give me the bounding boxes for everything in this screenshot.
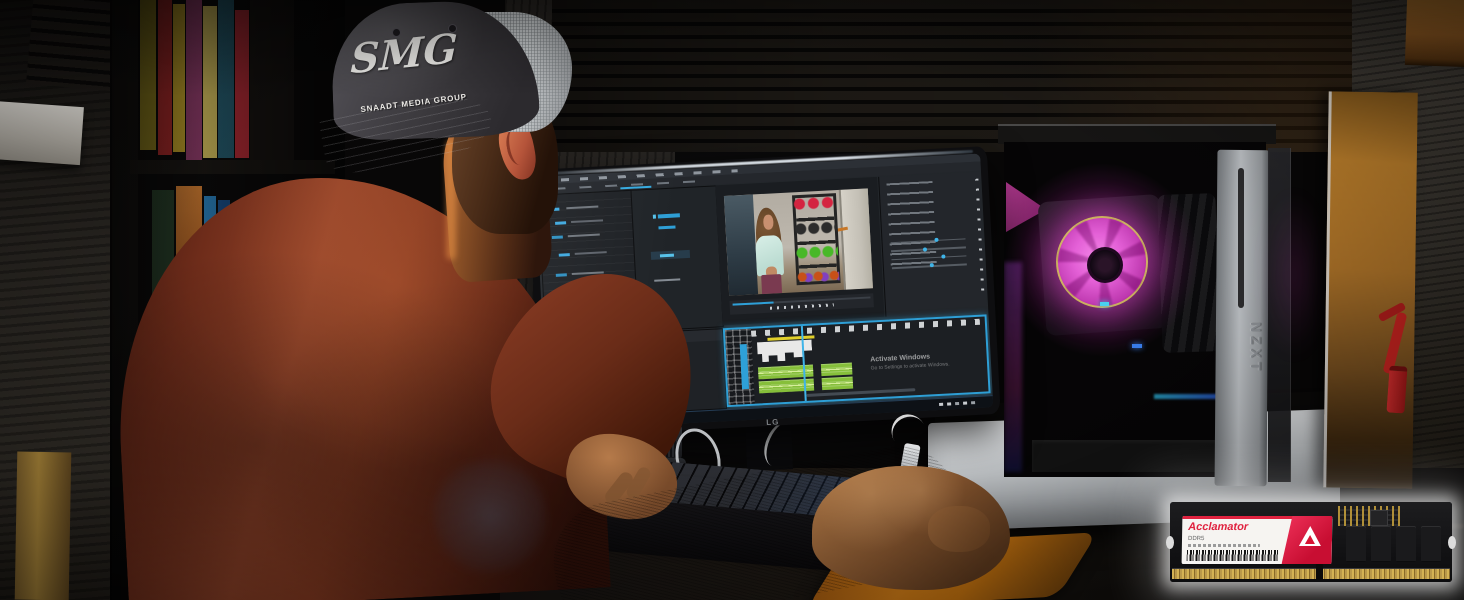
ram-key-notch — [1316, 564, 1323, 580]
clip-name-bar — [654, 278, 680, 283]
motherboard-led — [1132, 344, 1142, 348]
slider-knob — [930, 263, 935, 268]
fan-hub — [1087, 247, 1123, 283]
taskbar-tray-icons — [939, 402, 944, 406]
wall-trim — [0, 100, 84, 166]
audio-clip — [820, 362, 853, 377]
effect-slider — [890, 246, 966, 253]
ram-label: Acclamator DDR5 — [1181, 516, 1333, 564]
ram-brand-text: Acclamator — [1188, 521, 1249, 533]
acclamator-logo-icon — [1299, 526, 1321, 546]
ram-controller-chip — [1370, 510, 1388, 526]
effect-slider — [890, 238, 966, 244]
gym-equipment-row — [794, 220, 838, 239]
clip-name-bar — [659, 253, 674, 258]
memory-chip — [1346, 526, 1366, 562]
video-clip-waveform — [757, 339, 813, 362]
pc-case-top-frame — [998, 124, 1276, 144]
effect-slider — [891, 255, 967, 261]
ram-edge-clip — [1448, 536, 1456, 549]
memory-chip — [1371, 526, 1391, 562]
slider-knob — [934, 238, 940, 243]
slider-knob — [923, 247, 928, 252]
memory-chip — [1421, 526, 1441, 562]
wood-beam — [1404, 0, 1464, 68]
program-monitor-panel — [715, 177, 885, 326]
rgb-cpu-fan — [1056, 216, 1148, 308]
ram-serial-bar — [1187, 544, 1260, 547]
ram-gold-pins — [1172, 568, 1450, 579]
timeline-scrollbar — [806, 388, 916, 398]
gym-equipment-row — [793, 195, 836, 216]
slider-knob — [941, 254, 946, 259]
clip-name-bar — [657, 213, 680, 219]
preview-door — [838, 188, 873, 290]
tree-item-label — [566, 205, 598, 210]
gpu-area — [1032, 440, 1238, 472]
preview-window-area — [724, 194, 759, 296]
photo-scene: NZXT Activate Windows Go to Settings to … — [0, 0, 1464, 600]
audio-clip — [821, 376, 854, 390]
motherboard-led — [1100, 302, 1109, 306]
scrub-bar — [732, 296, 871, 306]
clip-name-bar — [658, 225, 676, 230]
ram-type-text: DDR5 — [1187, 536, 1205, 542]
gym-equipment-row — [797, 267, 840, 286]
ram-shadow — [1190, 584, 1440, 596]
track-header-column — [725, 329, 756, 406]
tan-box — [14, 451, 72, 600]
video-preview — [724, 188, 873, 296]
audio-clip — [759, 378, 815, 393]
monitor-brand-logo: LG — [765, 417, 780, 428]
gym-equipment-row — [795, 244, 839, 263]
playback-buttons — [770, 303, 834, 311]
transport-controls — [729, 293, 874, 315]
arm-tattoo — [422, 448, 558, 584]
case-brand-logo: NZXT — [1248, 322, 1264, 375]
case-vent-slot — [1238, 168, 1244, 308]
ram-smd-components — [1338, 506, 1400, 526]
magenta-glow-spill — [1262, 190, 1326, 360]
rgb-strip — [1154, 394, 1224, 399]
audio-clip — [758, 364, 814, 380]
thumb — [928, 506, 990, 552]
case-side-panel — [1323, 91, 1418, 489]
red-cable-connector — [1386, 365, 1408, 414]
keyframe-column — [975, 178, 985, 294]
clip-icon — [652, 214, 657, 219]
memory-chip — [1396, 526, 1416, 562]
ram-edge-clip — [1166, 536, 1174, 549]
acclamator-logo-badge — [1282, 516, 1333, 564]
presenter-pants — [760, 273, 782, 294]
ram-product-shot: Acclamator DDR5 — [1166, 502, 1456, 582]
ram-barcode — [1186, 550, 1279, 561]
effect-controls-panel — [877, 171, 988, 317]
